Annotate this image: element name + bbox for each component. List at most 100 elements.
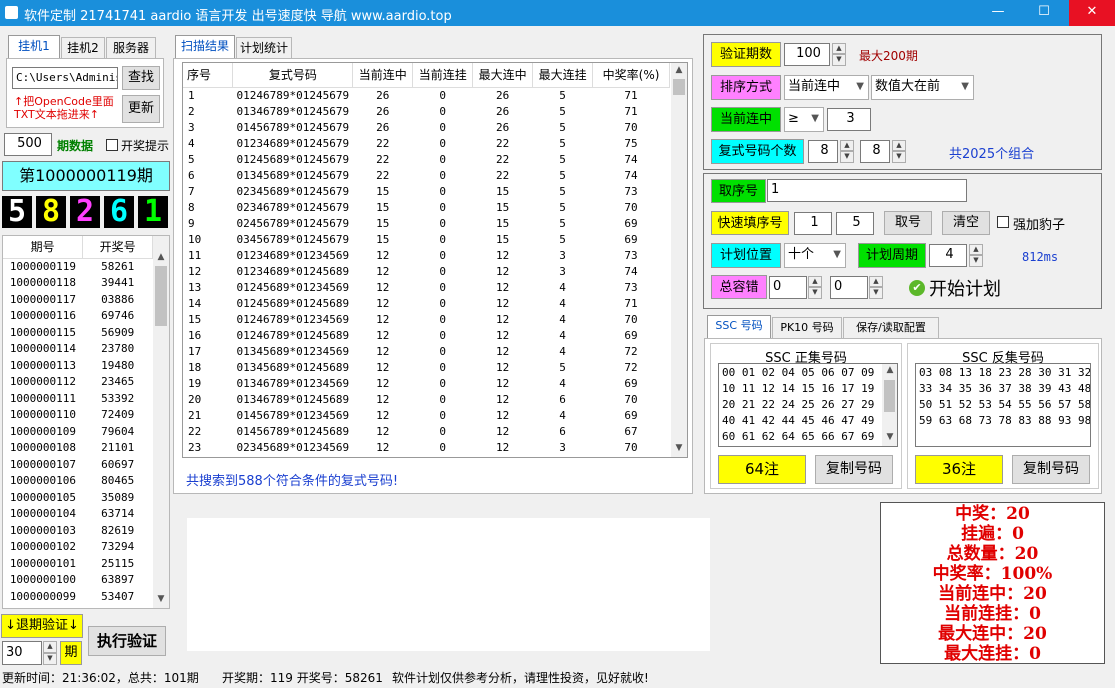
combo-count-b-down[interactable]: ▼	[892, 151, 906, 163]
table-row[interactable]: 16 01246789*01245689 12 0 12 4 69	[183, 327, 670, 343]
table-row[interactable]: 20 01346789*01245689 12 0 12 6 70	[183, 391, 670, 407]
table-row[interactable]: 15 01246789*01234569 12 0 12 4 70	[183, 311, 670, 327]
table-row[interactable]: 1000000104 63714	[3, 506, 153, 523]
table-row[interactable]: 3 01456789*01245679 26 0 26 5 70	[183, 119, 670, 135]
negative-set-box[interactable]: 03 08 13 18 23 28 30 31 32 33 34 35 36 37…	[915, 363, 1091, 447]
table-row[interactable]: 1000000102 73294	[3, 539, 153, 556]
tab-save-load-config[interactable]: 保存/读取配置	[843, 317, 939, 339]
copy-negative-button[interactable]: 复制号码	[1012, 455, 1090, 484]
table-row[interactable]: 1000000100 63897	[3, 572, 153, 589]
back-periods-down[interactable]: ▼	[43, 653, 57, 665]
table-row[interactable]: 1000000116 69746	[3, 308, 153, 325]
table-row[interactable]: 17 01345689*01234569 12 0 12 4 72	[183, 343, 670, 359]
table-row[interactable]: 5 01245689*01245679 22 0 22 5 74	[183, 151, 670, 167]
history-list[interactable]: 期号 开奖号 1000000119 58261 1000000118 39441 100…	[2, 235, 170, 609]
history-header-issue[interactable]: 期号	[3, 236, 84, 259]
tolerance-b-up[interactable]: ▲	[869, 276, 883, 287]
maximize-button[interactable]: ☐	[1021, 0, 1067, 26]
plan-cycle-up[interactable]: ▲	[969, 244, 983, 255]
combo-count-a-up[interactable]: ▲	[840, 140, 854, 151]
quick-fill-to[interactable]: 5	[836, 212, 874, 235]
back-periods-up[interactable]: ▲	[43, 641, 57, 653]
minimize-button[interactable]: —	[975, 0, 1021, 26]
tab-plan-stats[interactable]: 计划统计	[236, 37, 292, 59]
table-row[interactable]: 1000000117 03886	[3, 291, 153, 308]
table-row[interactable]: 13 01245689*01234569 12 0 12 4 73	[183, 279, 670, 295]
path-input[interactable]: C:\Users\Administ	[12, 67, 118, 89]
table-row[interactable]: 1000000112 23465	[3, 374, 153, 391]
positive-scroll-thumb[interactable]	[884, 380, 895, 412]
history-scrollbar[interactable]: ▲ ▼	[153, 236, 169, 608]
col-max-miss[interactable]: 最大连挂	[532, 63, 594, 88]
table-row[interactable]: 1000000107 60697	[3, 456, 153, 473]
history-scroll-thumb[interactable]	[155, 266, 167, 326]
table-row[interactable]: 1000000105 35089	[3, 489, 153, 506]
table-row[interactable]: 4 01234689*01245679 22 0 22 5 75	[183, 135, 670, 151]
table-row[interactable]: 1000000101 25115	[3, 555, 153, 572]
table-row[interactable]: 1000000103 82619	[3, 522, 153, 539]
table-row[interactable]: 22 01456789*01245689 12 0 12 6 67	[183, 423, 670, 439]
chevron-down-icon[interactable]: ▼	[153, 594, 169, 604]
table-row[interactable]: 1 01246789*01245679 26 0 26 5 71	[183, 87, 670, 103]
table-row[interactable]: 1000000108 21101	[3, 440, 153, 457]
tab-pk10-numbers[interactable]: PK10 号码	[772, 317, 842, 339]
start-plan-button[interactable]: 开始计划	[929, 275, 1001, 301]
table-row[interactable]: 1000000099 53407	[3, 588, 153, 605]
find-button[interactable]: 查找	[122, 66, 160, 90]
combo-count-a-down[interactable]: ▼	[840, 151, 854, 163]
table-row[interactable]: 1000000115 56909	[3, 324, 153, 341]
table-row[interactable]: 14 01245689*01245689 12 0 12 4 71	[183, 295, 670, 311]
chevron-up-icon[interactable]: ▲	[882, 365, 898, 375]
copy-positive-button[interactable]: 复制号码	[815, 455, 893, 484]
tab-ssc-numbers[interactable]: SSC 号码	[707, 315, 771, 339]
plan-cycle-down[interactable]: ▼	[969, 255, 983, 267]
table-row[interactable]: 1000000114 23780	[3, 341, 153, 358]
tab-guaji2[interactable]: 挂机2	[61, 37, 105, 59]
table-row[interactable]: 11 01234689*01234569 12 0 12 3 73	[183, 247, 670, 263]
verify-periods-input[interactable]: 100	[784, 43, 830, 66]
table-row[interactable]: 10 03456789*01245679 15 0 15 5 69	[183, 231, 670, 247]
table-row[interactable]: 18 01345689*01245689 12 0 12 5 72	[183, 359, 670, 375]
plan-cycle-input[interactable]: 4	[929, 244, 967, 267]
positive-set-scrollbar[interactable]: ▲ ▼	[882, 364, 897, 446]
table-row[interactable]: 9 02456789*01245679 15 0 15 5 69	[183, 215, 670, 231]
table-row[interactable]: 1000000118 39441	[3, 275, 153, 292]
results-scroll-thumb[interactable]	[673, 79, 685, 95]
back-periods-input[interactable]: 30	[2, 641, 42, 665]
tab-server[interactable]: 服务器	[106, 37, 156, 59]
quick-fill-from[interactable]: 1	[794, 212, 832, 235]
col-combo[interactable]: 复式号码	[232, 63, 354, 88]
positive-set-box[interactable]: 00 01 02 04 05 06 07 09 10 11 12 14 15 16…	[718, 363, 898, 447]
tab-guaji1[interactable]: 挂机1	[8, 35, 60, 59]
table-row[interactable]: 1000000109 79604	[3, 423, 153, 440]
verify-periods-up[interactable]: ▲	[832, 43, 846, 54]
table-row[interactable]: 23 02345689*01234569 12 0 12 3 70	[183, 439, 670, 455]
plan-position-select[interactable]: 十个 ▼	[784, 243, 846, 268]
execute-verify-button[interactable]: 执行验证	[88, 626, 166, 656]
tab-scan-results[interactable]: 扫描结果	[175, 35, 235, 59]
sort-field-select[interactable]: 当前连中 ▼	[784, 75, 869, 100]
table-row[interactable]: 2 01346789*01245679 26 0 26 5 71	[183, 103, 670, 119]
sort-order-select[interactable]: 数值大在前 ▼	[871, 75, 974, 100]
results-grid[interactable]: 序号 复式号码 当前连中 当前连挂 最大连中 最大连挂 中奖率(%) 1 0124…	[182, 62, 688, 458]
table-row[interactable]: 1000000106 80465	[3, 473, 153, 490]
take-number-button[interactable]: 取号	[884, 211, 932, 235]
verify-periods-down[interactable]: ▼	[832, 54, 846, 66]
alert-checkbox[interactable]	[106, 139, 118, 151]
table-row[interactable]: 1000000119 58261	[3, 258, 153, 275]
combo-count-b-up[interactable]: ▲	[892, 140, 906, 151]
chevron-up-icon[interactable]: ▲	[671, 65, 687, 75]
col-cur-miss[interactable]: 当前连挂	[412, 63, 474, 88]
table-row[interactable]: 6 01345689*01245679 22 0 22 5 74	[183, 167, 670, 183]
tolerance-a-up[interactable]: ▲	[808, 276, 822, 287]
table-row[interactable]: 8 02346789*01245679 15 0 15 5 70	[183, 199, 670, 215]
force-leopard-checkbox[interactable]	[997, 216, 1009, 228]
periods-input[interactable]: 500	[4, 133, 52, 156]
streak-op-select[interactable]: ≥ ▼	[784, 107, 824, 132]
table-row[interactable]: 100000009885782	[3, 605, 153, 608]
table-row[interactable]: 12 01234689*01245689 12 0 12 3 74	[183, 263, 670, 279]
table-row[interactable]: 21 01456789*01234569 12 0 12 4 69	[183, 407, 670, 423]
col-cur-hit[interactable]: 当前连中	[352, 63, 414, 88]
chevron-up-icon[interactable]: ▲	[153, 252, 169, 262]
tolerance-b-down[interactable]: ▼	[869, 287, 883, 299]
